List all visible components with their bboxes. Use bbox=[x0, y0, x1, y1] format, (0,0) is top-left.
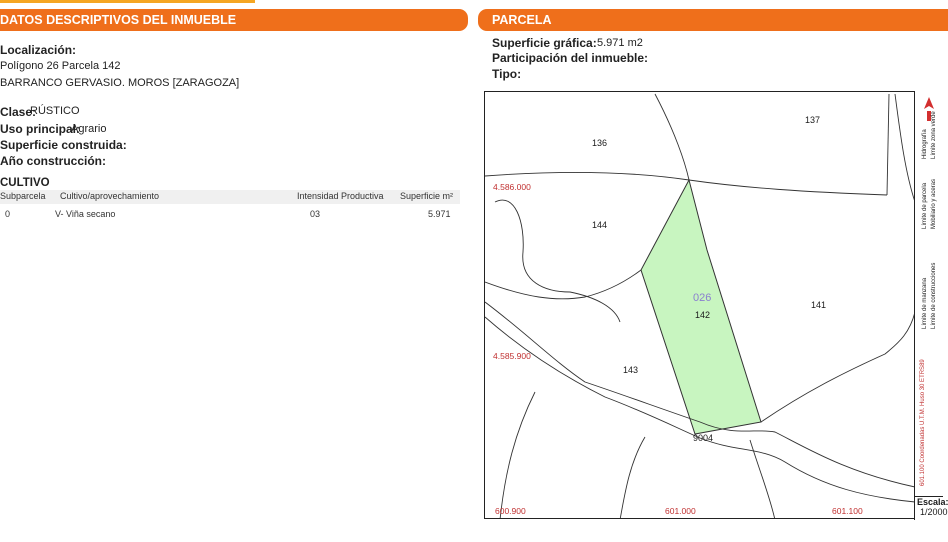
cultivo-title: CULTIVO bbox=[0, 177, 50, 189]
map-svg bbox=[485, 93, 916, 518]
x-coord-601100: 601.100 bbox=[832, 506, 863, 516]
parcel-label-9004: 9004 bbox=[693, 433, 714, 443]
right-panel-title: PARCELA bbox=[492, 13, 552, 27]
uso-principal-value: Agrario bbox=[71, 123, 107, 135]
legend-limite-manzana: Límite de manzana bbox=[922, 277, 928, 329]
parcel-142-highlight bbox=[640, 178, 762, 435]
parcel-label-142: 142 bbox=[695, 310, 711, 320]
superficie-grafica-label: Superficie gráfica: bbox=[492, 36, 597, 50]
scale-box: Escala: 1/2000 bbox=[914, 496, 948, 520]
cell-subparcela: 0 bbox=[5, 209, 11, 219]
parcel-label-144: 144 bbox=[592, 220, 608, 230]
parcel-label-136: 136 bbox=[592, 138, 608, 148]
legend-limite-construcciones: Límite de construcciones bbox=[931, 262, 937, 329]
legend-limite-zona-verde: Límite zona verde bbox=[931, 111, 937, 159]
legend-limite-parcela: Límite de parcela bbox=[922, 182, 928, 229]
scale-label: Escala: bbox=[917, 497, 948, 507]
top-accent-bar bbox=[0, 0, 255, 3]
col-header-superficie: Superficie m² bbox=[400, 191, 454, 201]
right-panel-header: PARCELA bbox=[478, 9, 948, 31]
clase-value: RÚSTICO bbox=[30, 105, 80, 117]
x-coord-601000: 601.000 bbox=[665, 506, 696, 516]
col-header-cultivo: Cultivo/aprovechamiento bbox=[60, 191, 160, 201]
superficie-grafica-value: 5.971 m2 bbox=[597, 37, 643, 49]
cell-superficie: 5.971 bbox=[428, 209, 451, 219]
tipo-label: Tipo: bbox=[492, 67, 522, 81]
legend-coordinates: 601.100 Coordenadas U.T.M. Huso 30 ETRS8… bbox=[920, 359, 926, 486]
y-coord-4586000: 4.586.000 bbox=[493, 182, 531, 192]
map-legend: 601.100 Coordenadas U.T.M. Huso 30 ETRS8… bbox=[914, 91, 943, 496]
parcel-label-137: 137 bbox=[805, 115, 821, 125]
localizacion-line2: BARRANCO GERVASIO. MOROS [ZARAGOZA] bbox=[0, 77, 240, 89]
parcel-label-141: 141 bbox=[811, 300, 827, 310]
col-header-intensidad: Intensidad Productiva bbox=[297, 191, 384, 201]
cell-cultivo: V- Viña secano bbox=[55, 209, 116, 219]
parcel-label-143: 143 bbox=[623, 365, 639, 375]
left-panel-header: DATOS DESCRIPTIVOS DEL INMUEBLE bbox=[0, 9, 468, 31]
anio-construccion-label: Año construcción: bbox=[0, 154, 107, 168]
legend-mobiliario: Mobiliario y aceras bbox=[931, 178, 937, 229]
manzana-label: 026 bbox=[693, 292, 712, 304]
cadastral-map: 137 136 144 141 026 142 143 9004 4.586.0… bbox=[484, 91, 942, 519]
participacion-label: Participación del inmueble: bbox=[492, 51, 649, 65]
legend-hidrografia: Hidrografía bbox=[922, 129, 928, 159]
left-panel-title: DATOS DESCRIPTIVOS DEL INMUEBLE bbox=[0, 13, 237, 27]
cell-intensidad: 03 bbox=[310, 209, 321, 219]
localizacion-line1: Polígono 26 Parcela 142 bbox=[0, 60, 121, 72]
uso-principal-label: Uso principal: bbox=[0, 122, 81, 136]
col-header-subparcela: Subparcela bbox=[0, 191, 46, 201]
scale-value: 1/2000 bbox=[920, 507, 948, 517]
superficie-construida-label: Superficie construida: bbox=[0, 138, 127, 152]
x-coord-600900: 600.900 bbox=[495, 506, 526, 516]
localizacion-label: Localización: bbox=[0, 43, 77, 57]
y-coord-4585900: 4.585.900 bbox=[493, 351, 531, 361]
